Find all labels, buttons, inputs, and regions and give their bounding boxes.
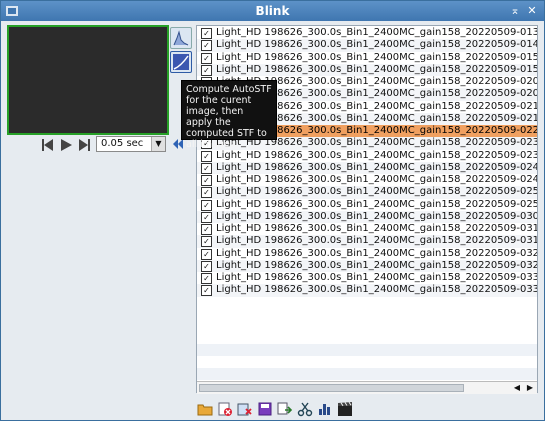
row-checkbox[interactable]: ✓ — [201, 260, 212, 272]
window-title: Blink — [255, 4, 290, 18]
open-folder-icon[interactable] — [197, 401, 213, 417]
close-icon[interactable]: ✕ — [525, 4, 539, 18]
crop-icon[interactable] — [297, 401, 313, 417]
histogram-icon — [173, 30, 189, 46]
file-name: Light_HD 198626_300.0s_Bin1_2400MC_gain1… — [216, 235, 538, 247]
file-list-row[interactable]: ✓ Light_HD 198626_300.0s_Bin1_2400MC_gain… — [197, 150, 537, 162]
previous-frame-icon[interactable] — [41, 138, 55, 152]
next-frame-icon[interactable] — [77, 138, 91, 152]
file-list-row[interactable]: ✓ Light_HD 198626_300.0s_Bin1_2400MC_gain… — [197, 186, 538, 199]
file-list-row[interactable]: ✓ Light_HD 198626_300.0s_Bin1_2400MC_gain… — [197, 223, 537, 235]
file-name: Light_HD 198626_300.0s_Bin1_2400MC_gain1… — [216, 272, 538, 283]
move-files-icon[interactable] — [277, 401, 293, 417]
scrollbar-thumb[interactable] — [199, 384, 464, 392]
auto-stf-button[interactable] — [170, 51, 192, 73]
file-rows: ✓ Light_HD 198626_300.0s_Bin1_2400MC_gain… — [197, 27, 537, 297]
file-list-row[interactable]: ✓ Light_HD 198626_300.0s_Bin1_2400MC_gain… — [197, 272, 537, 284]
row-checkbox[interactable]: ✓ — [201, 285, 212, 297]
close-all-icon[interactable] — [237, 401, 253, 417]
file-name: Light_HD 198626_300.0s_Bin1_2400MC_gain1… — [216, 210, 538, 222]
row-checkbox[interactable]: ✓ — [201, 28, 212, 39]
file-list-row[interactable]: ✓ Light_HD 198626_300.0s_Bin1_2400MC_gain… — [197, 210, 538, 223]
file-name: Light_HD 198626_300.0s_Bin1_2400MC_gain1… — [216, 284, 538, 296]
statistics-icon[interactable] — [317, 401, 333, 417]
row-checkbox[interactable]: ✓ — [201, 236, 212, 248]
row-checkbox[interactable]: ✓ — [201, 175, 212, 186]
scroll-right-icon[interactable]: ▶ — [524, 382, 536, 394]
file-name: Light_HD 198626_300.0s_Bin1_2400MC_gain1… — [216, 223, 538, 234]
file-list-row[interactable]: ✓ Light_HD 198626_300.0s_Bin1_2400MC_gain… — [197, 284, 538, 297]
file-name: Light_HD 198626_300.0s_Bin1_2400MC_gain1… — [216, 247, 538, 259]
file-list-row[interactable]: ✓ Light_HD 198626_300.0s_Bin1_2400MC_gain… — [197, 259, 538, 272]
row-checkbox[interactable]: ✓ — [201, 162, 212, 174]
file-list-row[interactable]: ✓ Light_HD 198626_300.0s_Bin1_2400MC_gain… — [197, 235, 538, 248]
file-list-row[interactable]: ✓ Light_HD 198626_300.0s_Bin1_2400MC_gain… — [197, 27, 537, 39]
row-checkbox[interactable]: ✓ — [201, 150, 212, 162]
file-name: Light_HD 198626_300.0s_Bin1_2400MC_gain1… — [216, 198, 538, 210]
file-name: Light_HD 198626_300.0s_Bin1_2400MC_gain1… — [216, 149, 538, 161]
file-name: Light_HD 198626_300.0s_Bin1_2400MC_gain1… — [216, 161, 538, 173]
shade-icon[interactable]: ⌅ — [508, 4, 522, 18]
row-checkbox[interactable]: ✓ — [201, 64, 212, 76]
file-name: Light_HD 198626_300.0s_Bin1_2400MC_gain1… — [216, 27, 538, 38]
row-checkbox[interactable]: ✓ — [201, 40, 212, 52]
frame-delay-value: 0.05 sec — [101, 138, 144, 149]
file-list-row[interactable]: ✓ Light_HD 198626_300.0s_Bin1_2400MC_gain… — [197, 63, 538, 76]
file-list-row[interactable]: ✓ Light_HD 198626_300.0s_Bin1_2400MC_gain… — [197, 199, 537, 211]
file-name: Light_HD 198626_300.0s_Bin1_2400MC_gain1… — [216, 39, 538, 51]
file-list-row[interactable]: ✓ Light_HD 198626_300.0s_Bin1_2400MC_gain… — [197, 174, 537, 186]
file-list-row[interactable]: ✓ Light_HD 198626_300.0s_Bin1_2400MC_gain… — [197, 161, 538, 174]
file-name: Light_HD 198626_300.0s_Bin1_2400MC_gain1… — [216, 186, 538, 198]
file-name: Light_HD 198626_300.0s_Bin1_2400MC_gain1… — [216, 259, 538, 271]
histogram-stretch-button[interactable] — [170, 27, 192, 49]
play-icon[interactable] — [59, 138, 73, 152]
row-checkbox[interactable]: ✓ — [201, 52, 212, 64]
auto-stf-icon — [173, 54, 189, 70]
file-list-row[interactable]: ✓ Light_HD 198626_300.0s_Bin1_2400MC_gain… — [197, 39, 538, 52]
file-name: Light_HD 198626_300.0s_Bin1_2400MC_gain1… — [216, 63, 538, 75]
file-list-row[interactable]: ✓ Light_HD 198626_300.0s_Bin1_2400MC_gain… — [197, 248, 537, 260]
save-icon[interactable] — [257, 401, 273, 417]
row-checkbox[interactable]: ✓ — [201, 248, 212, 260]
blink-window: Blink ⌅ ✕ 0.05 sec ▼ ✓ Light_HD 198626_30… — [0, 0, 545, 421]
image-preview[interactable] — [7, 25, 169, 135]
chevron-down-icon[interactable]: ▼ — [151, 137, 165, 151]
file-name: Light_HD 198626_300.0s_Bin1_2400MC_gain1… — [216, 51, 538, 63]
row-checkbox[interactable]: ✓ — [201, 273, 212, 284]
row-checkbox[interactable]: ✓ — [201, 211, 212, 223]
auto-stf-tooltip: Compute AutoSTF for the curent image, th… — [181, 80, 277, 150]
create-movie-icon[interactable] — [337, 401, 353, 417]
file-list-row[interactable]: ✓ Light_HD 198626_300.0s_Bin1_2400MC_gain… — [197, 52, 537, 64]
frame-delay-select[interactable]: 0.05 sec ▼ — [96, 136, 166, 152]
close-selected-icon[interactable] — [217, 401, 233, 417]
empty-list-area — [197, 332, 537, 380]
scroll-left-icon[interactable]: ◀ — [511, 382, 523, 394]
row-checkbox[interactable]: ✓ — [201, 224, 212, 235]
title-bar: Blink ⌅ ✕ — [1, 1, 544, 21]
row-checkbox[interactable]: ✓ — [201, 187, 212, 199]
row-checkbox[interactable]: ✓ — [201, 199, 212, 211]
horizontal-scrollbar[interactable]: ◀ ▶ — [197, 381, 537, 394]
file-name: Light_HD 198626_300.0s_Bin1_2400MC_gain1… — [216, 174, 538, 185]
